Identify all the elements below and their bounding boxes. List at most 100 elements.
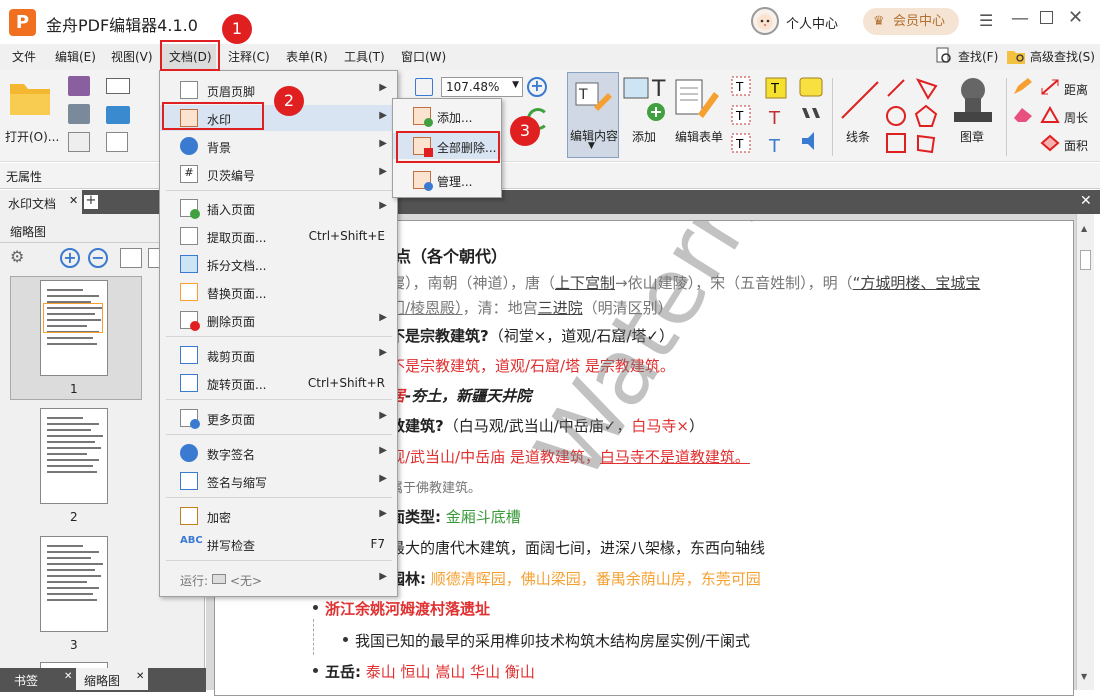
eraser-icon[interactable] xyxy=(1012,104,1034,124)
menu-item-more-pages[interactable]: 更多页面 ▶ xyxy=(160,405,399,431)
member-center-button[interactable]: ♛ 会员中心 xyxy=(863,8,959,35)
menu-form[interactable]: 表单(R) xyxy=(286,48,328,65)
svg-text:T: T xyxy=(735,137,744,151)
menu-item-rotate-page[interactable]: 旋转页面... Ctrl+Shift+R xyxy=(160,370,399,396)
delete-page-icon xyxy=(180,311,200,331)
print-icon[interactable] xyxy=(68,104,90,124)
menu-icon[interactable]: ☰ xyxy=(979,11,993,30)
submenu-arrow-icon: ▶ xyxy=(379,110,387,121)
document-menu: 页眉页脚 ▶ 水印 ▶ 背景 ▶ # 贝茨编号 ▶ 插入页面 ▶ 提取页面... Ctrl+S… xyxy=(159,70,399,597)
zoom-out-thumb-icon[interactable]: − xyxy=(88,248,108,268)
add-button[interactable]: 添加 xyxy=(632,128,656,145)
fit-page-icon[interactable] xyxy=(415,78,433,96)
title-bar: P 金舟PDF编辑器4.1.0 个人中心 ♛ 会员中心 ☰ — ✕ xyxy=(0,0,1100,44)
menu-item-sign-initials[interactable]: 签名与缩写 ▶ xyxy=(160,468,399,494)
user-avatar[interactable] xyxy=(751,7,779,35)
menu-file[interactable]: 文件 xyxy=(12,48,36,65)
distance-icon xyxy=(1040,78,1060,96)
cloud-icon[interactable] xyxy=(106,106,130,124)
add-image-icon[interactable]: T xyxy=(622,76,668,122)
find-button[interactable]: 查找(F) xyxy=(958,48,998,65)
thumbnail-page-2[interactable] xyxy=(40,408,108,504)
save-icon[interactable] xyxy=(68,76,90,96)
minimize-icon[interactable]: — xyxy=(1011,8,1029,29)
new-tab-icon[interactable]: + xyxy=(84,194,98,209)
text-field-tools[interactable]: TTT xyxy=(731,76,751,154)
zoom-select[interactable]: 107.48% ▼ xyxy=(441,77,523,97)
zoom-in-thumb-icon[interactable]: + xyxy=(60,248,80,268)
area-icon xyxy=(1040,134,1060,152)
menu-item-bates[interactable]: # 贝茨编号 ▶ xyxy=(160,161,399,187)
line-icon[interactable] xyxy=(838,78,882,122)
scroll-down-icon[interactable]: ▼ xyxy=(1081,672,1087,681)
watermark-manage-item[interactable]: 管理... xyxy=(393,167,501,193)
menu-comment[interactable]: 注释(C) xyxy=(228,48,270,65)
menu-edit[interactable]: 编辑(E) xyxy=(55,48,96,65)
menu-item-spellcheck[interactable]: ABC 拼写检查 F7 xyxy=(160,531,399,557)
shape-tools[interactable] xyxy=(884,76,942,156)
new-doc-icon[interactable] xyxy=(106,132,128,152)
maximize-icon[interactable] xyxy=(1040,11,1053,24)
note-tools[interactable] xyxy=(798,76,824,154)
background-icon xyxy=(180,137,198,155)
thumbnail-page-3[interactable] xyxy=(40,536,108,632)
tab-thumbnails[interactable]: 缩略图 ✕ xyxy=(76,668,148,690)
menu-view[interactable]: 视图(V) xyxy=(111,48,153,65)
mail-icon[interactable] xyxy=(106,78,130,94)
scroll-thumb[interactable] xyxy=(1080,250,1091,270)
stamp-icon[interactable] xyxy=(948,74,998,130)
doc-line-11: 最大的唐代木建筑，面阔七间，进深八架椽，东西向轴线 xyxy=(390,539,766,557)
typewriter-tools[interactable]: TTT xyxy=(764,76,788,157)
thumbnail-panel-title: 缩略图 xyxy=(10,225,47,239)
tab-close-icon[interactable]: ✕ xyxy=(69,194,78,207)
doc-line-9: 属于佛教建筑。 xyxy=(390,481,482,496)
stamp-button[interactable]: 图章 xyxy=(960,128,984,145)
menu-item-run[interactable]: 运行: <无> ▶ xyxy=(160,566,399,592)
tab-bookmark[interactable]: 书签 ✕ xyxy=(0,668,76,690)
doc-line-1: 点（各个朝代） xyxy=(395,247,508,266)
svg-text:T: T xyxy=(768,108,781,129)
doc-line-13: 浙江余姚河姆渡村落遗址 xyxy=(325,600,491,618)
close-doc-icon[interactable]: ✕ xyxy=(1080,193,1092,209)
perimeter-button[interactable]: 周长 xyxy=(1064,109,1088,126)
step-badge-3: 3 xyxy=(510,116,540,146)
scroll-up-icon[interactable]: ▲ xyxy=(1081,224,1087,233)
pencil-icon[interactable] xyxy=(1012,76,1034,96)
edit-form-button[interactable]: 编辑表单 xyxy=(675,128,723,145)
extract-page-icon xyxy=(180,227,198,245)
vertical-scrollbar[interactable]: ▲ ▼ xyxy=(1076,214,1094,690)
open-button[interactable]: 打开(O)... xyxy=(5,128,59,145)
menu-item-split-doc[interactable]: 拆分文档... xyxy=(160,251,399,277)
edit-content-button[interactable]: T 编辑内容 ▼ xyxy=(567,72,619,158)
area-button[interactable]: 面积 xyxy=(1064,137,1088,154)
watermark-add-item[interactable]: 添加... xyxy=(393,103,501,129)
open-folder-icon[interactable] xyxy=(8,78,54,118)
edit-form-icon[interactable] xyxy=(672,76,722,122)
macro-icon xyxy=(212,574,226,584)
bates-icon: # xyxy=(180,165,198,183)
zoom-in-icon[interactable]: + xyxy=(527,77,547,97)
distance-button[interactable]: 距离 xyxy=(1064,81,1088,98)
doc-line-15: 五岳: 泰山 恒山 嵩山 华山 衡山 xyxy=(325,663,535,681)
menu-item-delete-page[interactable]: 删除页面 ▶ xyxy=(160,307,399,333)
close-icon[interactable]: ✕ xyxy=(1068,7,1083,28)
export-icon[interactable] xyxy=(68,132,90,152)
rotate-left-icon[interactable] xyxy=(120,248,142,268)
svg-text:T: T xyxy=(578,87,588,103)
menu-item-extract-page[interactable]: 提取页面... Ctrl+Shift+E xyxy=(160,223,399,249)
menu-item-background[interactable]: 背景 ▶ xyxy=(160,133,399,159)
menu-item-digital-signature[interactable]: 数字签名 ▶ xyxy=(160,440,399,466)
menu-tools[interactable]: 工具(T) xyxy=(344,48,385,65)
menu-item-replace-page[interactable]: 替换页面... xyxy=(160,279,399,305)
thumbnail-page-1[interactable] xyxy=(40,280,108,376)
tab-watermark-doc[interactable]: 水印文档 ✕ xyxy=(0,190,82,214)
menu-window[interactable]: 窗口(W) xyxy=(401,48,446,65)
menu-item-insert-page[interactable]: 插入页面 ▶ xyxy=(160,195,399,221)
menu-item-crop-page[interactable]: 裁剪页面 ▶ xyxy=(160,342,399,368)
settings-icon[interactable]: ⚙ xyxy=(10,247,30,267)
menu-item-encrypt[interactable]: 加密 ▶ xyxy=(160,503,399,529)
line-button[interactable]: 线条 xyxy=(846,128,870,145)
sign-initials-icon xyxy=(180,472,198,490)
adv-find-button[interactable]: 高级查找(S) xyxy=(1030,48,1095,65)
user-center-link[interactable]: 个人中心 xyxy=(786,13,838,32)
